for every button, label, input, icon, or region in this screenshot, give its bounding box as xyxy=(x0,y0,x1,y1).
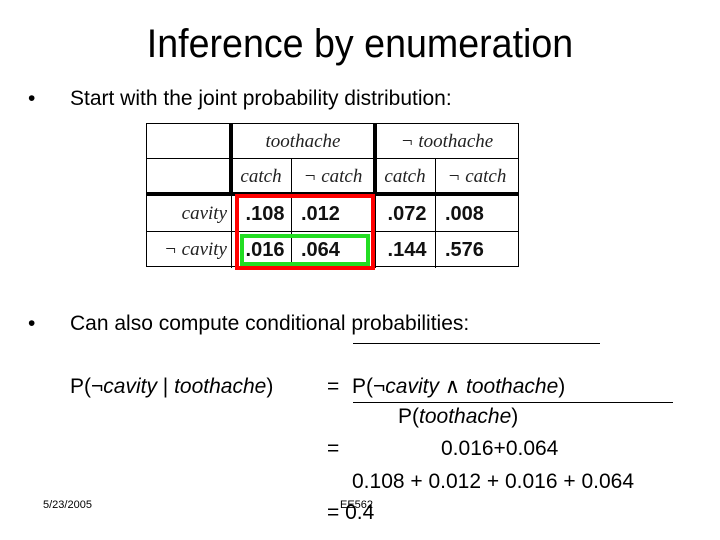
symbolic-denominator: P(toothache) xyxy=(398,405,519,428)
sub-col-catch: catch xyxy=(384,165,426,187)
bullet-dot-icon: • xyxy=(28,312,36,335)
bullet-text: Can also compute conditional probabiliti… xyxy=(70,312,470,335)
table-cell: .008 xyxy=(445,202,484,225)
grid-line xyxy=(375,196,376,268)
grid-line-thick xyxy=(373,124,377,196)
slide-title: Inference by enumeration xyxy=(146,22,574,66)
equals-sign: = xyxy=(327,375,340,398)
numeric-numerator: 0.016+0.064 xyxy=(441,437,559,460)
col-group-not-toothache: ¬ toothache xyxy=(400,130,494,152)
row-label-cavity: cavity xyxy=(181,203,227,224)
bullet-start-joint: • Start with the joint probability distri… xyxy=(28,86,452,112)
and-symbol: ∧ xyxy=(438,375,466,398)
table-cell: .144 xyxy=(387,238,427,261)
sub-col-catch: catch xyxy=(240,165,282,187)
grid-line xyxy=(147,158,519,159)
fraction-rule xyxy=(353,402,673,403)
bullet-conditional: • Can also compute conditional probabilit… xyxy=(28,311,469,337)
equation-lhs: P(¬cavity | toothache) xyxy=(70,375,274,398)
row-label-not-cavity: ¬ cavity xyxy=(164,239,227,260)
numeric-denominator: 0.108 + 0.012 + 0.016 + 0.064 xyxy=(352,470,635,493)
not-symbol: ¬ xyxy=(91,375,104,398)
table-cell: .072 xyxy=(387,202,427,225)
grid-line xyxy=(435,159,436,268)
symbolic-numerator: P(¬cavity ∧ toothache) xyxy=(352,375,566,398)
sub-col-not-catch: ¬ catch xyxy=(303,165,363,187)
joint-probability-table: toothache ¬ toothache catch ¬ catch catc… xyxy=(146,123,519,270)
footer-date: 5/23/2005 xyxy=(43,499,92,511)
col-group-toothache: toothache xyxy=(265,130,341,152)
grid-line-thick xyxy=(229,124,233,196)
green-highlight-box xyxy=(240,234,370,266)
sub-col-not-catch: ¬ catch xyxy=(447,165,507,187)
bullet-dot-icon: • xyxy=(28,87,36,110)
bullet-text: Start with the joint probability distrib… xyxy=(70,87,452,110)
footer-course: EE562 xyxy=(340,499,374,511)
equals-sign: = xyxy=(327,437,340,460)
fraction-rule-top xyxy=(353,343,600,344)
grid-line xyxy=(231,196,232,268)
table-cell: .576 xyxy=(445,238,484,261)
